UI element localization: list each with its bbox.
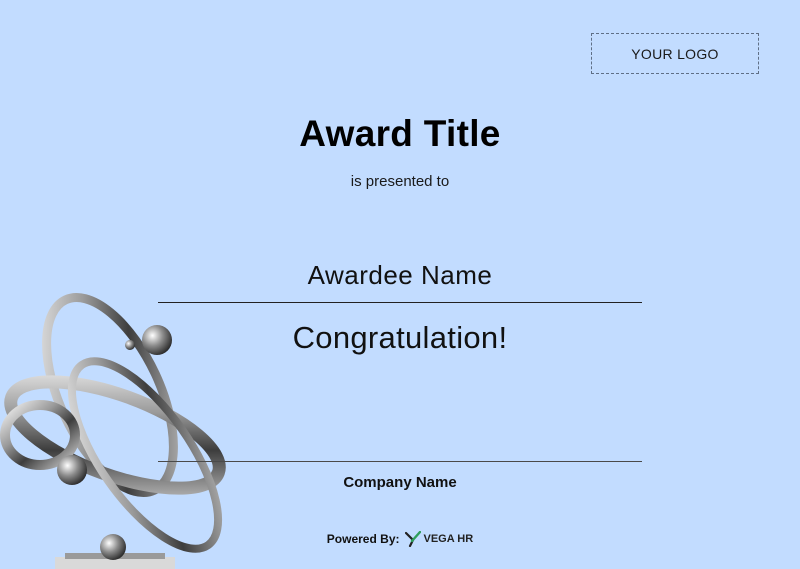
signature-line	[158, 461, 642, 462]
logo-placeholder: YOUR LOGO	[591, 33, 759, 74]
vega-hr-logo[interactable]: VEGA HR	[405, 531, 473, 547]
awardee-name: Awardee Name	[307, 260, 493, 290]
logo-label: YOUR LOGO	[631, 45, 719, 62]
congratulation-message: Congratulation!	[292, 320, 508, 355]
vega-x-icon	[405, 531, 422, 547]
presented-to-text: is presented to	[350, 173, 450, 190]
company-name: Company Name	[343, 474, 457, 491]
certificate: YOUR LOGO Award Title is presented to Aw…	[0, 0, 800, 569]
award-title: Award Title	[299, 113, 501, 154]
powered-by: Powered By: VEGA HR	[0, 531, 800, 547]
powered-by-label: Powered By:	[326, 532, 400, 546]
brand-name: VEGA HR	[423, 533, 474, 545]
awardee-underline	[158, 302, 642, 303]
